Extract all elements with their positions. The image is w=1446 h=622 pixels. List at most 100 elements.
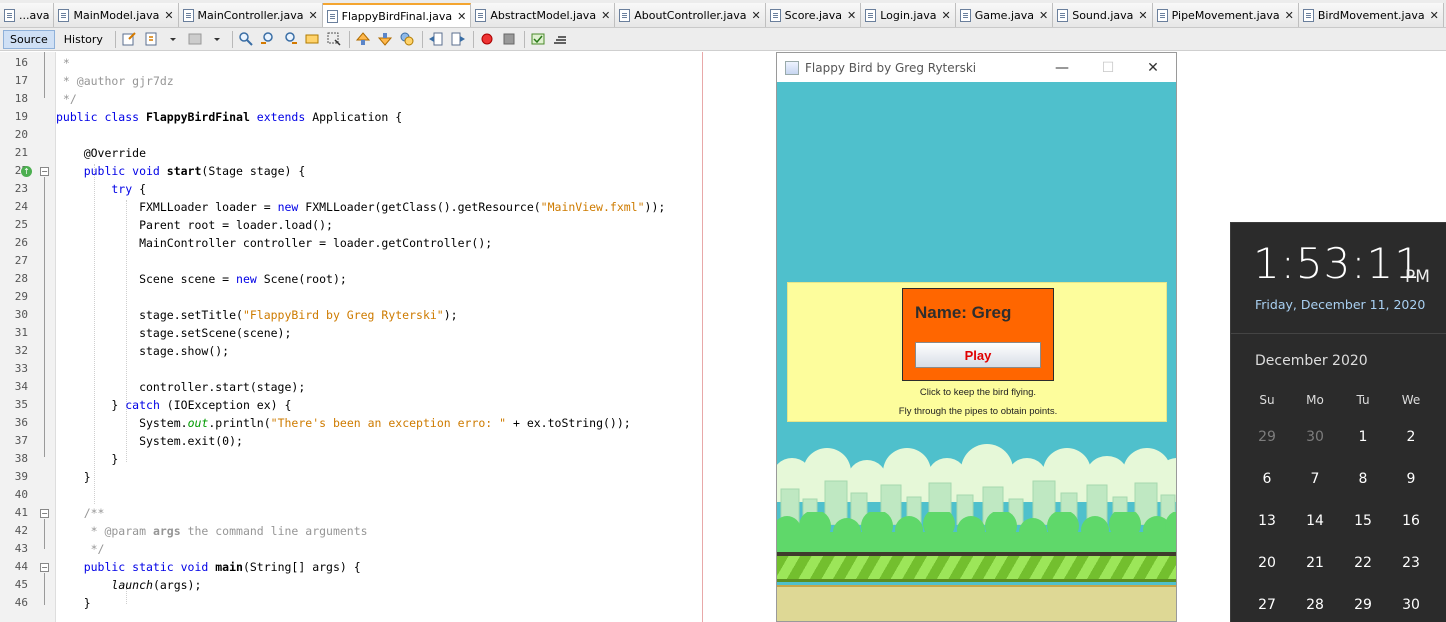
comment-icon[interactable] bbox=[552, 31, 569, 48]
close-icon[interactable]: ✕ bbox=[1430, 9, 1439, 22]
calendar-day[interactable]: 1 bbox=[1339, 416, 1387, 458]
line-number: 21 bbox=[14, 146, 28, 159]
find-next-icon[interactable] bbox=[282, 31, 299, 48]
editor-tab[interactable]: PipeMovement.java ✕ bbox=[1152, 3, 1299, 27]
close-icon[interactable]: ✕ bbox=[457, 10, 466, 23]
close-icon[interactable]: ✕ bbox=[1039, 9, 1048, 22]
code-line: * @author gjr7dz bbox=[56, 74, 174, 88]
code-line: Scene scene = new Scene(root); bbox=[56, 272, 347, 286]
calendar-day[interactable]: 29 bbox=[1243, 416, 1291, 458]
calendar-day[interactable]: 30 bbox=[1387, 584, 1435, 622]
toggle-highlight-icon[interactable] bbox=[304, 31, 321, 48]
calendar-day[interactable]: 21 bbox=[1291, 542, 1339, 584]
window-title: Flappy Bird by Greg Ryterski bbox=[805, 60, 977, 75]
editor-tab[interactable]: AbstractModel.java ✕ bbox=[471, 3, 616, 27]
calendar-day[interactable]: 27 bbox=[1243, 584, 1291, 622]
calendar-day[interactable]: 14 bbox=[1291, 500, 1339, 542]
close-icon[interactable]: ✕ bbox=[1285, 9, 1294, 22]
editor-tab[interactable]: MainController.java ✕ bbox=[178, 3, 323, 27]
line-number: 16 bbox=[14, 56, 28, 69]
clock-time: 1:53:11 bbox=[1253, 239, 1422, 288]
fold-toggle-icon[interactable]: − bbox=[40, 509, 49, 518]
tab-label: AboutController.java bbox=[634, 9, 747, 22]
shift-right-icon[interactable] bbox=[450, 31, 467, 48]
next-bookmark-icon[interactable] bbox=[377, 31, 394, 48]
calendar-day[interactable]: 15 bbox=[1339, 500, 1387, 542]
editor-tab[interactable]: Sound.java ✕ bbox=[1053, 3, 1153, 27]
dropdown-icon[interactable] bbox=[209, 31, 226, 48]
find-icon[interactable] bbox=[238, 31, 255, 48]
calendar-day[interactable]: 9 bbox=[1387, 458, 1435, 500]
fold-line bbox=[44, 573, 45, 605]
check-code-icon[interactable] bbox=[530, 31, 547, 48]
line-number: 20 bbox=[14, 128, 28, 141]
close-icon[interactable]: ✕ bbox=[164, 9, 173, 22]
toggle-bookmark-icon[interactable] bbox=[399, 31, 416, 48]
previous-bookmark-icon[interactable] bbox=[355, 31, 372, 48]
code-editor[interactable]: * * @author gjr7dz */ public class Flapp… bbox=[56, 52, 776, 622]
code-line: public class FlappyBirdFinal extends App… bbox=[56, 110, 403, 124]
game-canvas[interactable]: Name: Greg Play Click to keep the bird f… bbox=[777, 82, 1176, 621]
close-icon[interactable]: ✕ bbox=[941, 9, 950, 22]
close-icon[interactable]: ✕ bbox=[751, 9, 760, 22]
minimize-button[interactable]: — bbox=[1039, 53, 1085, 82]
calendar-day[interactable]: 30 bbox=[1291, 416, 1339, 458]
calendar-day[interactable]: 2 bbox=[1387, 416, 1435, 458]
calendar-day[interactable]: 29 bbox=[1339, 584, 1387, 622]
forward-icon[interactable] bbox=[187, 31, 204, 48]
tab-label: MainModel.java bbox=[73, 9, 160, 22]
editor-tab[interactable]: Score.java ✕ bbox=[765, 3, 862, 27]
calendar-day[interactable]: 28 bbox=[1291, 584, 1339, 622]
fold-toggle-icon[interactable]: − bbox=[40, 167, 49, 176]
line-number: 25 bbox=[14, 218, 28, 231]
right-margin-line bbox=[702, 52, 703, 622]
close-icon[interactable]: ✕ bbox=[308, 9, 317, 22]
code-line: * bbox=[56, 56, 70, 70]
calendar-day[interactable]: 13 bbox=[1243, 500, 1291, 542]
find-previous-icon[interactable] bbox=[260, 31, 277, 48]
editor-tab[interactable]: Game.java ✕ bbox=[955, 3, 1054, 27]
shift-left-icon[interactable] bbox=[428, 31, 445, 48]
source-tab-button[interactable]: Source bbox=[3, 29, 55, 49]
select-icon[interactable] bbox=[326, 31, 343, 48]
editor-tab[interactable]: MainModel.java ✕ bbox=[54, 3, 179, 27]
editor-tab[interactable]: ...ava bbox=[0, 3, 55, 27]
start-macro-icon[interactable] bbox=[479, 31, 496, 48]
fold-toggle-icon[interactable]: − bbox=[40, 563, 49, 572]
editor-tab[interactable]: BirdMovement.java ✕ bbox=[1298, 3, 1444, 27]
calendar-day[interactable]: 20 bbox=[1243, 542, 1291, 584]
calendar-day[interactable]: 22 bbox=[1339, 542, 1387, 584]
calendar-day[interactable]: 7 bbox=[1291, 458, 1339, 500]
window-title-bar[interactable]: Flappy Bird by Greg Ryterski — ☐ ✕ bbox=[777, 53, 1176, 82]
close-icon[interactable]: ✕ bbox=[1138, 9, 1147, 22]
last-edit-icon[interactable] bbox=[121, 31, 138, 48]
java-file-icon bbox=[4, 9, 15, 22]
calendar-day[interactable]: 16 bbox=[1387, 500, 1435, 542]
editor-tab[interactable]: AboutController.java ✕ bbox=[615, 3, 766, 27]
clock-date-link[interactable]: Friday, December 11, 2020 bbox=[1255, 297, 1425, 312]
close-icon[interactable]: ✕ bbox=[847, 9, 856, 22]
code-line: } bbox=[56, 596, 91, 610]
line-number: 19 bbox=[14, 110, 28, 123]
close-button[interactable]: ✕ bbox=[1130, 53, 1176, 82]
code-line: System.out.println("There's been an exce… bbox=[56, 416, 631, 430]
dropdown-icon[interactable] bbox=[165, 31, 182, 48]
calendar-day[interactable]: 23 bbox=[1387, 542, 1435, 584]
editor-tab[interactable]: Login.java ✕ bbox=[861, 3, 956, 27]
stop-macro-icon[interactable] bbox=[501, 31, 518, 48]
override-indicator-icon[interactable]: ↑ bbox=[21, 166, 32, 177]
java-file-icon bbox=[1057, 9, 1069, 22]
java-file-icon bbox=[1156, 9, 1168, 22]
close-icon[interactable]: ✕ bbox=[601, 9, 610, 22]
calendar-month-label[interactable]: December 2020 bbox=[1255, 353, 1368, 369]
calendar-day[interactable]: 8 bbox=[1339, 458, 1387, 500]
back-icon[interactable] bbox=[143, 31, 160, 48]
tab-label: Sound.java bbox=[1072, 9, 1134, 22]
history-tab-button[interactable]: History bbox=[58, 30, 109, 49]
calendar-day[interactable]: 6 bbox=[1243, 458, 1291, 500]
maximize-button[interactable]: ☐ bbox=[1085, 53, 1131, 82]
editor-tab-active[interactable]: FlappyBirdFinal.java ✕ bbox=[322, 3, 472, 27]
code-line: } bbox=[56, 452, 119, 466]
line-number: 39 bbox=[14, 470, 28, 483]
play-button[interactable]: Play bbox=[915, 342, 1041, 368]
